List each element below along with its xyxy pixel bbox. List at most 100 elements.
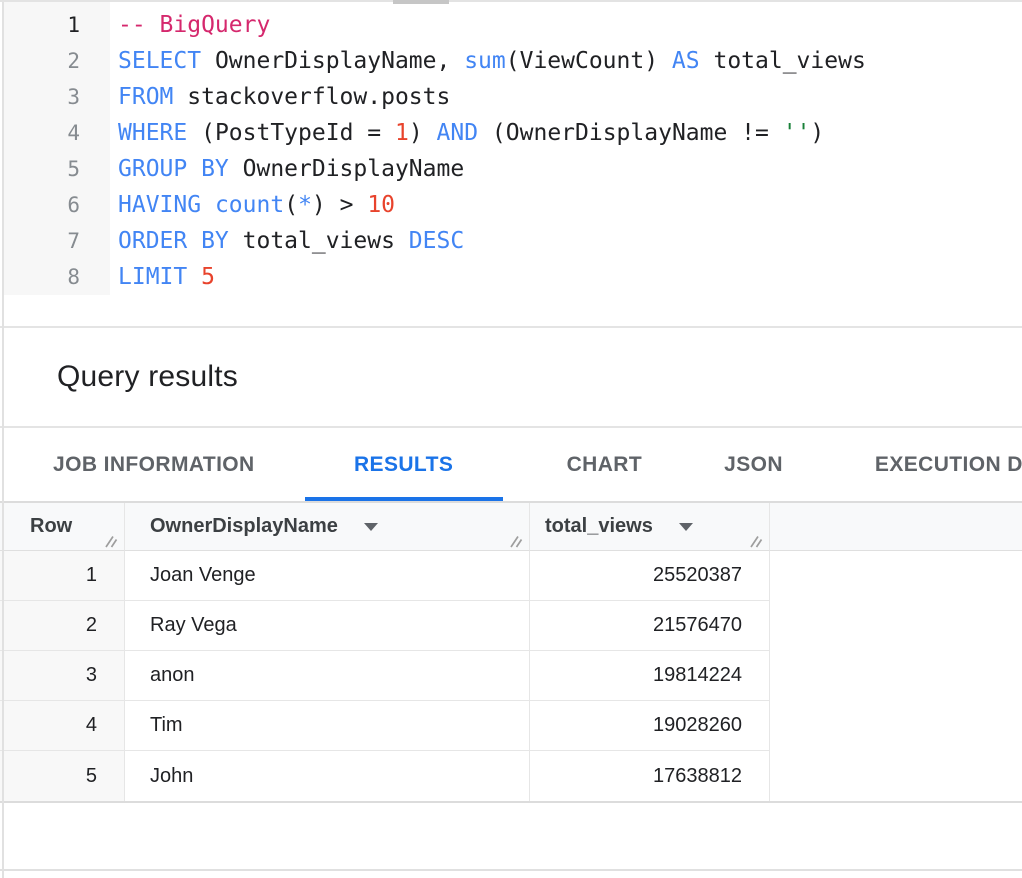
cell-row-number: 2	[0, 601, 125, 651]
cell-total-views: 25520387	[530, 551, 770, 601]
sql-token-plain: (OwnerDisplayName !=	[478, 120, 783, 146]
cell-total-views: 21576470	[530, 601, 770, 651]
cell-filler	[770, 601, 1022, 651]
tab-label: CHART	[567, 453, 643, 477]
cell-filler	[770, 751, 1022, 801]
sql-token-plain	[187, 264, 201, 290]
sql-token-kw: *	[298, 192, 312, 218]
cell-row-number: 1	[0, 551, 125, 601]
column-resize-handle-icon[interactable]	[104, 531, 119, 546]
sql-token-kw: WHERE	[118, 120, 187, 146]
sql-token-str: ''	[783, 120, 811, 146]
code-line[interactable]: 1-- BigQuery	[4, 7, 1022, 43]
sql-token-num: 10	[367, 192, 395, 218]
code-text: ORDER BY total_views DESC	[80, 223, 464, 259]
code-text: HAVING count(*) > 10	[80, 187, 395, 223]
bottom-divider	[0, 869, 1022, 871]
sql-editor-lines[interactable]: 1-- BigQuery2SELECT OwnerDisplayName, su…	[0, 0, 1022, 295]
cell-filler	[770, 551, 1022, 601]
tab-chart[interactable]: CHART	[543, 428, 667, 501]
sql-token-kw: LIMIT	[118, 264, 187, 290]
tab-results[interactable]: RESULTS	[305, 428, 503, 501]
sql-token-kw: GROUP BY	[118, 156, 229, 182]
cell-filler	[770, 651, 1022, 701]
sql-token-num: 5	[201, 264, 215, 290]
sql-token-plain: (ViewCount)	[506, 48, 672, 74]
sql-token-plain: OwnerDisplayName	[229, 156, 464, 182]
code-text: SELECT OwnerDisplayName, sum(ViewCount) …	[80, 43, 866, 79]
sql-token-kw: AS	[672, 48, 700, 74]
sql-token-plain: (PostTypeId =	[187, 120, 395, 146]
sql-token-plain: OwnerDisplayName,	[201, 48, 464, 74]
code-text: -- BigQuery	[80, 7, 270, 43]
column-resize-handle-icon[interactable]	[509, 531, 524, 546]
tab-label: EXECUTION DETAILS	[875, 453, 1022, 477]
column-header-total-views[interactable]: total_views	[530, 503, 770, 551]
cell-owner-display-name: Ray Vega	[125, 601, 530, 651]
sql-token-kw: count	[215, 192, 284, 218]
sql-token-num: 1	[395, 120, 409, 146]
code-text: LIMIT 5	[80, 259, 215, 295]
cell-owner-display-name: Joan Venge	[125, 551, 530, 601]
sql-token-kw: AND	[437, 120, 479, 146]
tab-label: JOB INFORMATION	[53, 453, 255, 477]
line-number: 6	[4, 187, 80, 223]
sql-token-plain: )	[409, 120, 437, 146]
bottom-spacer	[0, 803, 1022, 869]
line-number: 2	[4, 43, 80, 79]
line-number: 8	[4, 259, 80, 295]
cell-owner-display-name: anon	[125, 651, 530, 701]
cell-row-number: 3	[0, 651, 125, 701]
line-number: 3	[4, 79, 80, 115]
code-line[interactable]: 8LIMIT 5	[4, 259, 1022, 295]
code-line[interactable]: 7ORDER BY total_views DESC	[4, 223, 1022, 259]
code-line[interactable]: 6HAVING count(*) > 10	[4, 187, 1022, 223]
cell-filler	[770, 701, 1022, 751]
code-text: FROM stackoverflow.posts	[80, 79, 450, 115]
sql-token-plain: )	[810, 120, 824, 146]
line-number: 5	[4, 151, 80, 187]
cell-owner-display-name: John	[125, 751, 530, 801]
tab-json[interactable]: JSON	[700, 428, 807, 501]
sql-token-plain: ) >	[312, 192, 367, 218]
sql-editor[interactable]: 1-- BigQuery2SELECT OwnerDisplayName, su…	[0, 0, 1022, 328]
column-header-label: OwnerDisplayName	[150, 515, 338, 538]
code-text: GROUP BY OwnerDisplayName	[80, 151, 464, 187]
column-header-label: total_views	[545, 515, 653, 538]
code-line[interactable]: 4WHERE (PostTypeId = 1) AND (OwnerDispla…	[4, 115, 1022, 151]
sql-token-plain: total_views	[229, 228, 409, 254]
code-text: WHERE (PostTypeId = 1) AND (OwnerDisplay…	[80, 115, 824, 151]
sql-token-kw: ORDER BY	[118, 228, 229, 254]
sort-dropdown-icon[interactable]	[364, 523, 378, 531]
code-line[interactable]: 2SELECT OwnerDisplayName, sum(ViewCount)…	[4, 43, 1022, 79]
column-header-filler	[770, 503, 1022, 551]
line-number: 7	[4, 223, 80, 259]
code-line[interactable]: 3FROM stackoverflow.posts	[4, 79, 1022, 115]
results-table: Row OwnerDisplayName total_views 1Joan Veng…	[0, 503, 1022, 801]
column-resize-handle-icon[interactable]	[749, 531, 764, 546]
sql-token-plain: total_views	[700, 48, 866, 74]
line-number: 4	[4, 115, 80, 151]
sql-token-plain: stackoverflow.posts	[173, 84, 450, 110]
editor-scrollbar-thumb[interactable]	[393, 0, 449, 4]
sql-token-plain: (	[284, 192, 298, 218]
column-header-row[interactable]: Row	[0, 503, 125, 551]
cell-total-views: 19028260	[530, 701, 770, 751]
tab-job-information[interactable]: JOB INFORMATION	[29, 428, 279, 501]
sql-token-kw: HAVING	[118, 192, 201, 218]
cell-total-views: 19814224	[530, 651, 770, 701]
tab-execution-details[interactable]: EXECUTION DETAILS	[851, 428, 1022, 501]
code-line[interactable]: 5GROUP BY OwnerDisplayName	[4, 151, 1022, 187]
sort-dropdown-icon[interactable]	[679, 523, 693, 531]
column-header-ownerdisplayname[interactable]: OwnerDisplayName	[125, 503, 530, 551]
cell-row-number: 5	[0, 751, 125, 801]
cell-total-views: 17638812	[530, 751, 770, 801]
editor-scrollbar-track	[0, 0, 1022, 2]
results-tab-bar: JOB INFORMATION RESULTS CHART JSON EXECUTION…	[0, 428, 1022, 501]
sql-token-kw: FROM	[118, 84, 173, 110]
line-number: 1	[4, 7, 80, 43]
query-results-header: Query results	[0, 328, 1022, 428]
sql-token-kw: sum	[464, 48, 506, 74]
column-header-label: Row	[30, 515, 72, 538]
tab-label: JSON	[724, 453, 783, 477]
